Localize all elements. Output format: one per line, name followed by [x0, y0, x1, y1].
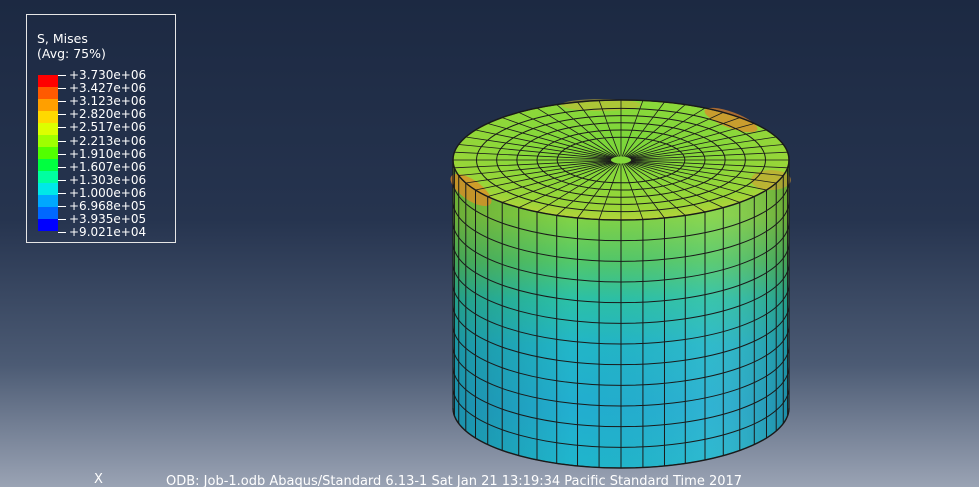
legend-value-label: +2.820e+06	[69, 107, 147, 122]
legend-tick	[58, 88, 66, 90]
legend-value-label: +2.517e+06	[69, 120, 147, 135]
legend-title-variable: S, Mises	[37, 31, 88, 46]
legend-tick	[58, 140, 66, 142]
viewport[interactable]: S, Mises (Avg: 75%) +3.730e+06 +3.427e+06…	[0, 0, 979, 487]
legend-tick	[58, 153, 66, 155]
legend-swatch	[38, 87, 58, 99]
legend-value-label: +1.303e+06	[69, 172, 147, 187]
legend-value-label: +3.427e+06	[69, 81, 147, 96]
legend-title-averaging: (Avg: 75%)	[37, 46, 106, 61]
legend-swatch	[38, 123, 58, 135]
legend-swatch	[38, 159, 58, 171]
legend-tick	[58, 206, 66, 207]
legend-value-label: +1.910e+06	[69, 146, 147, 161]
legend-tick	[58, 192, 66, 194]
legend-tick	[58, 179, 66, 181]
legend-value-label: +3.730e+06	[69, 68, 147, 82]
legend-swatch	[38, 99, 58, 111]
coordinate-triad-label: X	[94, 472, 103, 487]
legend-value-label: +3.123e+06	[69, 94, 147, 109]
legend-value-label: +1.607e+06	[69, 159, 147, 174]
legend-tick	[58, 101, 66, 103]
legend-value-label: +1.000e+06	[69, 185, 147, 200]
legend-value-label: +3.935e+05	[69, 212, 147, 227]
legend-tick	[58, 75, 66, 76]
legend-tick	[58, 219, 66, 221]
legend-swatch	[38, 183, 58, 195]
legend-swatch	[38, 195, 58, 207]
legend-value-label: +9.021e+04	[69, 225, 147, 240]
legend-swatch	[38, 147, 58, 159]
stress-legend[interactable]: S, Mises (Avg: 75%) +3.730e+06 +3.427e+06…	[26, 14, 176, 243]
legend-tick	[58, 232, 66, 234]
legend-swatch	[38, 75, 58, 87]
odb-status-line: ODB: Job-1.odb Abaqus/Standard 6.13-1 Sa…	[166, 474, 743, 487]
legend-value-label: +2.213e+06	[69, 133, 147, 148]
legend-value-label: +6.968e+05	[69, 199, 147, 213]
legend-title: S, Mises (Avg: 75%)	[37, 31, 106, 61]
legend-swatch	[38, 207, 58, 219]
legend-swatch	[38, 219, 58, 231]
legend-tick	[58, 114, 66, 116]
legend-tick	[58, 166, 66, 168]
legend-color-bar	[38, 75, 58, 232]
legend-swatch	[38, 111, 58, 123]
legend-swatch	[38, 135, 58, 147]
legend-tick	[58, 127, 66, 129]
legend-swatch	[38, 171, 58, 183]
